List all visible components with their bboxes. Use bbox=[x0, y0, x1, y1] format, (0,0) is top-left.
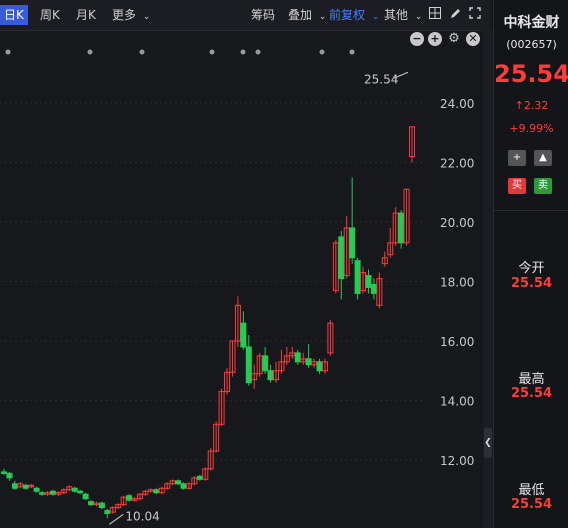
kline-chart[interactable]: 24.00 22.00 20.00 18.00 16.00 14.00 12.00 25.54… bbox=[0, 31, 483, 528]
chevron-down-icon: ⌄ bbox=[142, 12, 151, 22]
y-tick-label: 16.00 bbox=[440, 335, 474, 349]
candle-body bbox=[6, 472, 13, 479]
y-tick-label: 22.00 bbox=[440, 157, 474, 171]
chevron-down-icon: ⌄ bbox=[371, 12, 380, 22]
expand-icon[interactable] bbox=[467, 7, 483, 23]
stock-name: 中科金财 bbox=[503, 15, 560, 31]
add-watchlist-icon[interactable]: + bbox=[508, 150, 526, 166]
settings-icon[interactable]: ⚙ bbox=[447, 32, 461, 46]
candle-body bbox=[349, 227, 356, 259]
event-marker-dot bbox=[349, 49, 355, 55]
low-marker-label: 10.04 bbox=[125, 509, 159, 523]
candle-body bbox=[365, 275, 372, 288]
tab-monthly-k[interactable]: 月K bbox=[76, 6, 96, 24]
candle-body bbox=[294, 352, 301, 363]
more-periods-dropdown[interactable]: 更多 ⌄ bbox=[112, 6, 150, 26]
other-dropdown[interactable]: 其他 ⌄ bbox=[384, 6, 422, 26]
candle-body bbox=[316, 361, 323, 372]
candle-body bbox=[153, 489, 160, 494]
other-label: 其他 bbox=[384, 8, 409, 22]
y-tick-label: 14.00 bbox=[440, 395, 474, 409]
tab-weekly-k[interactable]: 周K bbox=[40, 6, 60, 24]
candle-body bbox=[370, 283, 377, 294]
collapse-panel-icon[interactable]: ❮ bbox=[484, 428, 492, 458]
price-change-pct: +9.99% bbox=[509, 122, 554, 135]
close-icon[interactable]: ✕ bbox=[466, 32, 480, 46]
candle-body bbox=[49, 490, 56, 495]
price-change-value: 2.32 bbox=[523, 99, 549, 112]
forward-adjust-dropdown[interactable]: 前复权 ⌄ bbox=[329, 6, 379, 26]
candle-body bbox=[11, 483, 18, 489]
candle-body bbox=[82, 493, 89, 500]
forward-adjust-label: 前复权 bbox=[329, 8, 366, 22]
candle-body bbox=[180, 483, 187, 489]
low-value: 25.54 bbox=[510, 497, 553, 512]
divider bbox=[494, 210, 568, 211]
chevron-down-icon: ⌄ bbox=[414, 12, 423, 22]
y-tick-label: 18.00 bbox=[440, 276, 474, 290]
buy-button[interactable]: 买 bbox=[508, 178, 526, 194]
candle-body bbox=[104, 510, 111, 515]
high-label: 最高 bbox=[518, 372, 545, 387]
stock-code: (002657) bbox=[506, 38, 557, 51]
y-tick-label: 12.00 bbox=[440, 454, 474, 468]
event-marker-dot bbox=[87, 49, 93, 55]
high-value: 25.54 bbox=[510, 386, 553, 401]
price-change: ↑2.32 bbox=[494, 99, 568, 112]
arrow-up-icon: ↑ bbox=[514, 99, 524, 112]
candle-body bbox=[262, 355, 269, 372]
zoom-in-icon[interactable]: + bbox=[428, 32, 442, 46]
quote-panel: 中科金财 (002657) 25.54 ↑2.32 +9.99% + ▲ 买 卖… bbox=[493, 0, 568, 528]
candle-body bbox=[98, 502, 105, 509]
chips-button[interactable]: 筹码 bbox=[251, 6, 275, 24]
tab-daily-k[interactable]: 日K bbox=[0, 5, 28, 25]
candle-body bbox=[305, 358, 312, 366]
candle-body bbox=[126, 495, 133, 501]
draw-pen-icon[interactable] bbox=[447, 7, 463, 23]
chart-toolbar: 日K 周K 月K 更多 ⌄ 筹码 叠加 ⌄ 前复权 ⌄ 其他 ⌄ bbox=[0, 0, 490, 31]
open-label: 今开 bbox=[518, 261, 545, 276]
candle-body bbox=[245, 346, 252, 384]
grid-layout-icon[interactable] bbox=[427, 7, 443, 23]
candle-body bbox=[77, 490, 84, 494]
y-tick-label: 20.00 bbox=[440, 216, 474, 230]
event-marker-dot bbox=[209, 49, 215, 55]
low-marker-pointer bbox=[109, 513, 124, 525]
zoom-out-icon[interactable]: − bbox=[410, 32, 424, 46]
overlay-dropdown[interactable]: 叠加 ⌄ bbox=[288, 6, 326, 26]
high-marker-label: 25.54 bbox=[364, 72, 398, 86]
candle-body bbox=[267, 370, 274, 381]
candle-body bbox=[33, 487, 40, 492]
open-value: 25.54 bbox=[510, 276, 553, 291]
overlay-label: 叠加 bbox=[288, 8, 313, 22]
candle-body bbox=[1, 471, 7, 474]
event-marker-dot bbox=[240, 49, 246, 55]
candle-body bbox=[39, 492, 46, 495]
y-tick-label: 24.00 bbox=[440, 97, 474, 111]
event-marker-dot bbox=[319, 49, 325, 55]
candle-body bbox=[196, 475, 203, 480]
candlestick-chart: 24.00 22.00 20.00 18.00 16.00 14.00 12.00 25.54… bbox=[0, 49, 474, 525]
sell-button[interactable]: 卖 bbox=[534, 178, 552, 194]
candle-body bbox=[354, 260, 361, 294]
candle-body bbox=[398, 212, 405, 244]
candle-body bbox=[240, 322, 247, 348]
alert-bell-icon[interactable]: ▲ bbox=[534, 150, 552, 166]
current-price: 25.54 bbox=[494, 60, 568, 88]
candle-body bbox=[88, 501, 95, 506]
event-marker-dot bbox=[139, 49, 145, 55]
candle-body bbox=[71, 487, 78, 492]
candle-body bbox=[175, 480, 182, 485]
event-marker-dot bbox=[5, 49, 11, 55]
event-marker-dot bbox=[255, 49, 261, 55]
more-periods-label: 更多 bbox=[112, 8, 137, 22]
chevron-down-icon: ⌄ bbox=[318, 12, 327, 22]
candle-body bbox=[338, 236, 345, 280]
low-label: 最低 bbox=[518, 483, 545, 498]
candle-body bbox=[22, 484, 29, 489]
